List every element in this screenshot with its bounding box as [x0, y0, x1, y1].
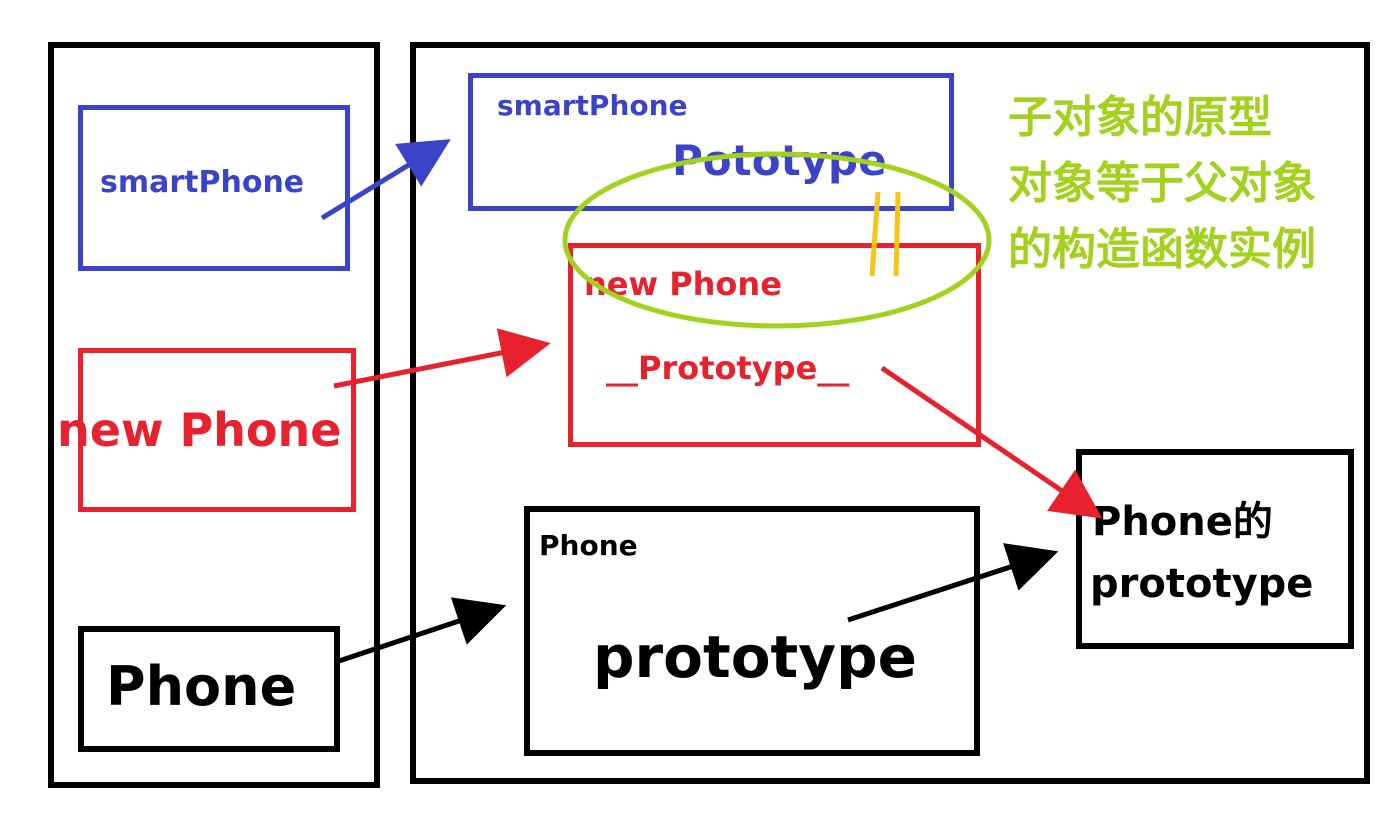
arrow-phone: [335, 597, 507, 665]
arrow-smartphone: [320, 139, 451, 221]
arrow-new-phone: [333, 328, 551, 389]
equals-mark-right: [893, 191, 901, 277]
arrow-prototype: [847, 543, 1059, 623]
diagram-overlay: [320, 139, 1103, 665]
highlight-ellipse: [562, 151, 992, 329]
arrow-proto-link: [880, 365, 1103, 519]
equals-mark-left: [869, 191, 881, 277]
